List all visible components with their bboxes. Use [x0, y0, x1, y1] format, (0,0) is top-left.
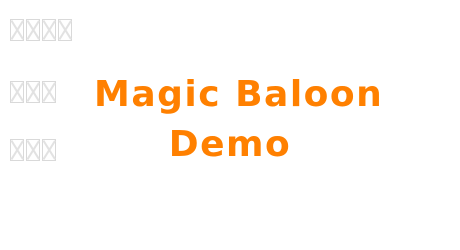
font-preview-line-2: Demo — [168, 124, 292, 165]
missing-glyph-icon — [10, 139, 24, 161]
missing-glyph-icon — [42, 81, 56, 103]
missing-glyph-row-3 — [10, 139, 56, 161]
missing-glyph-icon — [26, 81, 40, 103]
missing-glyph-icon — [10, 81, 24, 103]
missing-glyph-icon — [26, 139, 40, 161]
missing-glyph-icon — [42, 139, 56, 161]
missing-glyph-row-2 — [10, 81, 56, 103]
missing-glyph-icon — [26, 19, 40, 41]
missing-glyph-icon — [42, 19, 56, 41]
font-preview-text: Magic Baloon Demo — [94, 70, 384, 170]
missing-glyph-row-1 — [10, 19, 72, 41]
missing-glyph-icon — [10, 19, 24, 41]
missing-glyph-icon — [58, 19, 72, 41]
font-preview-line-1: Magic Baloon — [94, 74, 384, 115]
